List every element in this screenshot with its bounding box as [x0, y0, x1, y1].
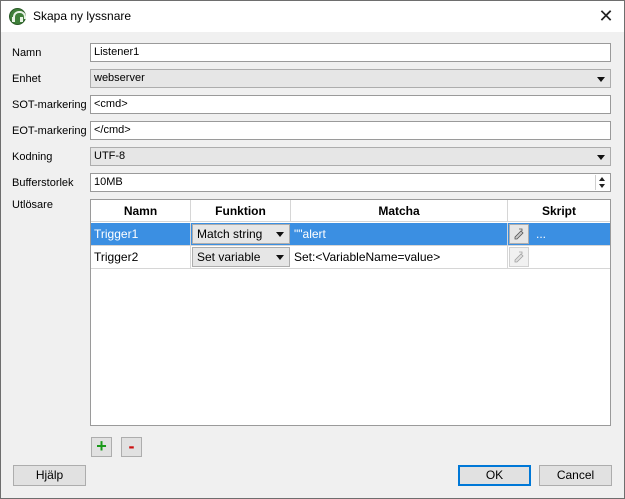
header-function[interactable]: Funktion: [191, 200, 291, 222]
unit-label: Enhet: [12, 73, 41, 85]
encoding-label: Kodning: [12, 151, 53, 163]
trigger-name-cell[interactable]: Trigger1: [91, 223, 191, 245]
function-value: Match string: [197, 227, 263, 241]
unit-select[interactable]: webserver: [90, 69, 611, 88]
dialog-window: Skapa ny lyssnare ✕ Namn Listener1 Enhet…: [0, 0, 625, 499]
title-bar: Skapa ny lyssnare ✕: [1, 1, 624, 32]
header-match[interactable]: Matcha: [291, 200, 508, 222]
script-edit-button[interactable]: [509, 224, 529, 244]
name-label: Namn: [12, 47, 42, 59]
function-select[interactable]: Match string: [192, 224, 290, 244]
sot-input[interactable]: <cmd>: [90, 95, 611, 114]
function-value: Set variable: [197, 250, 261, 264]
buffer-spinbox[interactable]: 10MB: [90, 173, 611, 192]
buffer-value: 10MB: [94, 176, 123, 188]
eot-label: EOT-markering: [12, 125, 87, 137]
add-trigger-button[interactable]: +: [91, 437, 112, 457]
match-cell[interactable]: ""alert: [291, 223, 508, 245]
script-cell[interactable]: ...: [508, 223, 610, 245]
help-button[interactable]: Hjälp: [13, 465, 86, 486]
script-edit-icon: [514, 251, 524, 263]
script-edit-icon: [514, 228, 524, 240]
window-title: Skapa ny lyssnare: [33, 9, 132, 23]
remove-trigger-button[interactable]: -: [121, 437, 142, 457]
function-select[interactable]: Set variable: [192, 247, 290, 267]
unit-value: webserver: [94, 72, 145, 84]
script-value: ...: [536, 227, 547, 241]
script-cell[interactable]: [508, 246, 610, 268]
encoding-select[interactable]: UTF-8: [90, 147, 611, 166]
table-row[interactable]: Trigger2 Set variable Set:<VariableName=…: [91, 246, 610, 269]
cancel-button[interactable]: Cancel: [539, 465, 612, 486]
match-cell[interactable]: Set:<VariableName=value>: [291, 246, 508, 268]
triggers-label: Utlösare: [12, 199, 53, 211]
ok-button[interactable]: OK: [458, 465, 531, 486]
chevron-down-icon: [276, 232, 284, 237]
name-input[interactable]: Listener1: [90, 43, 611, 62]
triggers-table: Namn Funktion Matcha Skript Trigger1 Mat…: [90, 199, 611, 426]
spin-buttons[interactable]: [595, 175, 609, 190]
close-icon[interactable]: ✕: [595, 7, 617, 27]
chevron-down-icon: [276, 255, 284, 260]
sot-label: SOT-markering: [12, 99, 87, 111]
chevron-down-icon: [597, 77, 605, 82]
script-edit-button[interactable]: [509, 247, 529, 267]
trigger-name-cell[interactable]: Trigger2: [91, 246, 191, 268]
header-name[interactable]: Namn: [91, 200, 191, 222]
spin-up-icon[interactable]: [599, 177, 605, 181]
encoding-value: UTF-8: [94, 150, 126, 162]
spin-down-icon[interactable]: [599, 184, 605, 188]
table-row[interactable]: Trigger1 Match string ""alert ...: [91, 223, 610, 246]
eot-input[interactable]: </cmd>: [90, 121, 611, 140]
headset-icon: [9, 8, 26, 25]
header-script[interactable]: Skript: [508, 200, 610, 222]
buffer-label: Bufferstorlek: [12, 177, 74, 189]
chevron-down-icon: [597, 155, 605, 160]
